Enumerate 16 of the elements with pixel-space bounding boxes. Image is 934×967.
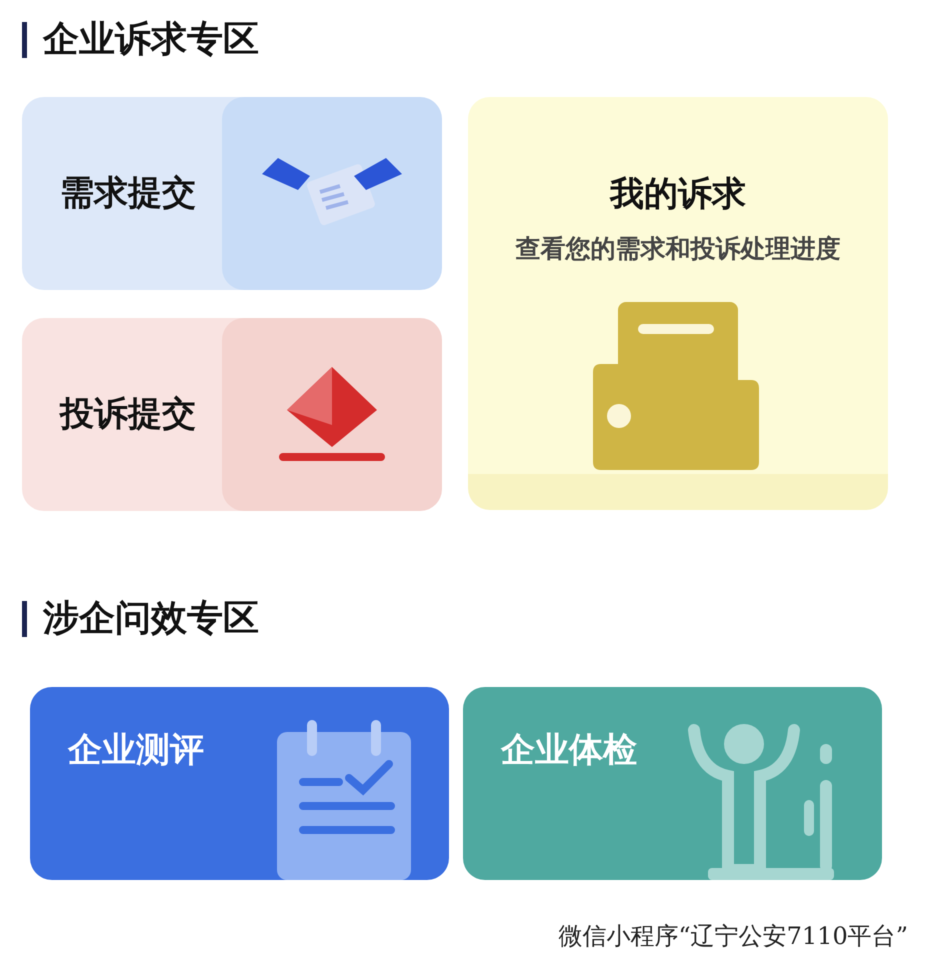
section-title: 企业诉求专区	[43, 22, 259, 58]
card-subtitle: 查看您的需求和投诉处理进度	[516, 233, 840, 265]
clipboard-icon	[277, 720, 411, 880]
source-caption: 微信小程序“辽宁公安7110平台”	[558, 921, 908, 952]
card-title: 我的诉求	[610, 173, 746, 216]
entry-card[interactable]: 企业测评	[30, 687, 449, 880]
heading-bar	[22, 601, 27, 637]
entry-card[interactable]: 投诉提交	[22, 318, 442, 511]
card-title: 需求提交	[60, 172, 196, 215]
my-appeal-card[interactable]: 我的诉求 查看您的需求和投诉处理进度	[468, 97, 888, 510]
card-title: 企业体检	[501, 733, 637, 772]
heading-bar	[22, 22, 27, 58]
section-title: 涉企问效专区	[43, 601, 259, 637]
entry-card[interactable]: 需求提交	[22, 97, 442, 290]
card-title: 投诉提交	[60, 393, 196, 436]
card-title: 企业测评	[68, 733, 204, 772]
